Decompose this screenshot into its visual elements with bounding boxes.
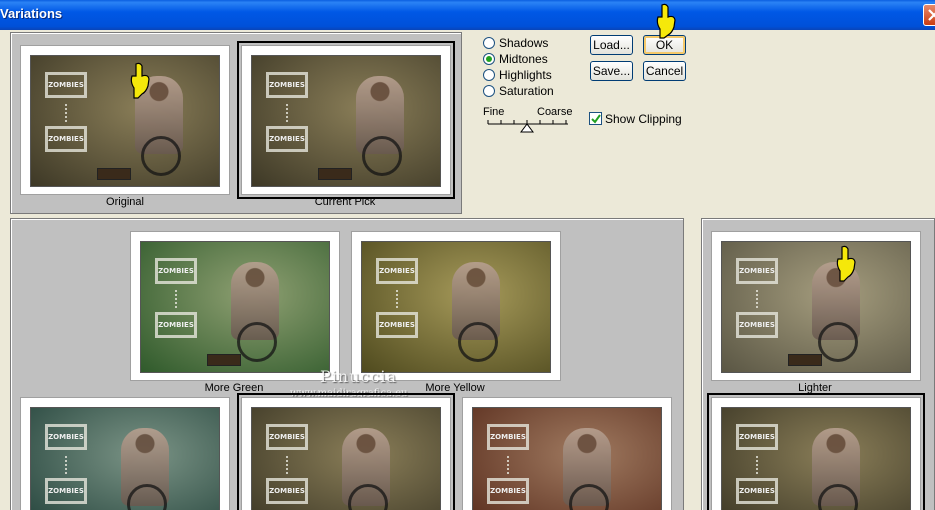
radio-label: Highlights — [499, 68, 552, 82]
suitcase — [318, 168, 352, 180]
pointing-hand-icon — [130, 62, 150, 99]
more-green-preview[interactable]: ZOMBIES ZOMBIES — [130, 231, 340, 381]
original-thumbnail: ZOMBIES ZOMBIES — [30, 55, 220, 187]
chain — [65, 456, 67, 474]
zombies-sign: ZOMBIES — [45, 478, 87, 504]
current-pick-center-preview[interactable]: ZOMBIES ZOMBIES — [237, 393, 455, 510]
zombies-sign: ZOMBIES — [266, 72, 308, 98]
radio-highlights[interactable]: Highlights — [483, 68, 552, 82]
chain — [175, 290, 177, 308]
current-pick-preview: ZOMBIES ZOMBIES — [237, 41, 455, 199]
radio-label: Saturation — [499, 84, 554, 98]
zombies-sign: ZOMBIES — [266, 478, 308, 504]
zombies-sign: ZOMBIES — [376, 312, 418, 338]
load-button[interactable]: Load... — [590, 35, 633, 55]
fine-label: Fine — [483, 106, 505, 118]
show-clipping-label[interactable]: Show Clipping — [605, 112, 682, 126]
zombies-sign: ZOMBIES — [45, 126, 87, 152]
suitcase — [97, 168, 131, 180]
wheel — [141, 136, 181, 176]
close-button[interactable] — [923, 4, 935, 26]
wheel — [818, 322, 858, 362]
chain — [507, 456, 509, 474]
cancel-button[interactable]: Cancel — [643, 61, 686, 81]
radio-shadows[interactable]: Shadows — [483, 36, 548, 50]
checkmark-icon — [591, 114, 601, 124]
more-yellow-thumbnail: ZOMBIES ZOMBIES — [361, 241, 551, 373]
zombies-sign: ZOMBIES — [266, 424, 308, 450]
zombies-sign: ZOMBIES — [45, 424, 87, 450]
zombies-sign: ZOMBIES — [736, 258, 778, 284]
save-button[interactable]: Save... — [590, 61, 633, 81]
zombies-sign: ZOMBIES — [45, 72, 87, 98]
original-preview: ZOMBIES ZOMBIES — [20, 45, 230, 195]
zombies-sign: ZOMBIES — [376, 258, 418, 284]
chain — [396, 290, 398, 308]
chain — [286, 456, 288, 474]
current-pick-thumbnail: ZOMBIES ZOMBIES — [251, 55, 441, 187]
zombies-sign: ZOMBIES — [736, 424, 778, 450]
more-red-thumbnail: ZOMBIES ZOMBIES — [472, 407, 662, 510]
pointing-hand-icon — [836, 245, 856, 282]
close-icon — [928, 9, 935, 21]
pointing-hand-icon — [656, 3, 676, 39]
original-label: Original — [106, 196, 144, 208]
more-cyan-preview[interactable]: ZOMBIES ZOMBIES — [20, 397, 230, 510]
radio-midtones[interactable]: Midtones — [483, 52, 548, 66]
suitcase — [207, 354, 241, 366]
chain — [756, 290, 758, 308]
radio-label: Shadows — [499, 36, 549, 50]
radio-label: Midtones — [499, 52, 548, 66]
coarse-label: Coarse — [537, 106, 573, 118]
zombies-sign: ZOMBIES — [487, 478, 529, 504]
wheel — [237, 322, 277, 362]
chain — [65, 104, 67, 122]
show-clipping-checkbox[interactable] — [589, 112, 602, 125]
radio-button[interactable] — [483, 37, 495, 49]
lighter-thumbnail: ZOMBIES ZOMBIES — [721, 241, 911, 373]
watermark-name: Pinuccia — [320, 367, 398, 386]
zombies-sign: ZOMBIES — [155, 312, 197, 338]
title-bar: Variations — [0, 0, 935, 30]
more-green-thumbnail: ZOMBIES ZOMBIES — [140, 241, 330, 373]
fine-coarse-slider[interactable] — [486, 118, 572, 134]
radio-button[interactable] — [483, 69, 495, 81]
radio-saturation[interactable]: Saturation — [483, 84, 554, 98]
chain — [286, 104, 288, 122]
current-pick-label: Current Pick — [314, 196, 376, 208]
wheel — [362, 136, 402, 176]
lighter-preview[interactable]: ZOMBIES ZOMBIES — [711, 231, 921, 381]
window-title: Variations — [0, 6, 63, 21]
current-pick-right-thumbnail: ZOMBIES ZOMBIES — [721, 407, 911, 510]
slider-pointer-icon — [520, 123, 534, 133]
more-red-preview[interactable]: ZOMBIES ZOMBIES — [462, 397, 672, 510]
zombies-sign: ZOMBIES — [155, 258, 197, 284]
current-pick-right-preview[interactable]: ZOMBIES ZOMBIES — [707, 393, 925, 510]
zombies-sign: ZOMBIES — [736, 312, 778, 338]
zombies-sign: ZOMBIES — [487, 424, 529, 450]
suitcase — [788, 354, 822, 366]
zombies-sign: ZOMBIES — [736, 478, 778, 504]
radio-button[interactable] — [483, 85, 495, 97]
wheel — [458, 322, 498, 362]
lighter-label: Lighter — [798, 382, 832, 394]
zombies-sign: ZOMBIES — [266, 126, 308, 152]
chain — [756, 456, 758, 474]
current-pick-center-thumbnail: ZOMBIES ZOMBIES — [251, 407, 441, 510]
more-cyan-thumbnail: ZOMBIES ZOMBIES — [30, 407, 220, 510]
radio-button[interactable] — [483, 53, 495, 65]
more-yellow-preview[interactable]: ZOMBIES ZOMBIES — [351, 231, 561, 381]
